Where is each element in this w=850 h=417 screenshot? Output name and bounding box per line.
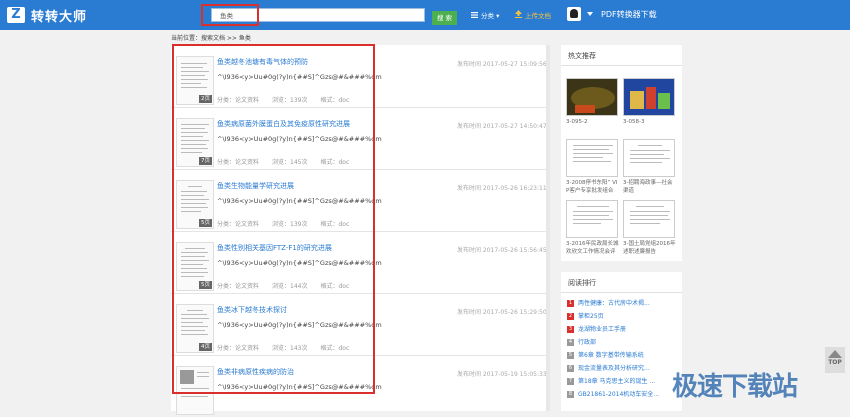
- divider: [561, 65, 682, 66]
- result-publish-time: 发布时间 2017-05-27 15:09:56: [457, 61, 547, 68]
- rank-number: 1: [567, 300, 574, 307]
- user-icon: [570, 9, 578, 18]
- hot-doc-card[interactable]: 3-招聘海政事—社会渠道: [623, 139, 677, 195]
- hot-doc-caption: 3-058-3: [623, 119, 645, 125]
- hot-doc-caption: 3-招聘海政事—社会渠道: [623, 180, 673, 194]
- category-label: 分类: [481, 12, 494, 20]
- hot-doc-caption: 3-095-2: [566, 119, 588, 125]
- breadcrumb: 当前位置：搜索文档 >> 鱼类: [171, 35, 251, 42]
- category-menu[interactable]: 分类 ▾: [471, 10, 499, 20]
- chevron-down-icon: ▾: [494, 12, 500, 20]
- result-publish-time: 发布时间 2017-05-19 15:05:33: [457, 371, 547, 378]
- back-to-top-label: TOP: [828, 359, 842, 366]
- hot-doc-card[interactable]: 3-国土局党组2016年述职述廉报告: [623, 200, 677, 256]
- upload-label: 上传文档: [525, 12, 551, 20]
- hot-doc-thumbnail: [566, 78, 618, 116]
- site-logo[interactable]: Z 转转大师: [7, 6, 88, 25]
- ranking-link[interactable]: 龙湖物业员工手册: [578, 326, 626, 333]
- hot-doc-card[interactable]: 3-2016年民政局长城欢欣文工作情况会评: [566, 200, 620, 256]
- results-scrollbar[interactable]: [546, 45, 550, 411]
- pdf-converter-download-link[interactable]: PDF转换器下载: [601, 9, 657, 20]
- list-icon: [471, 12, 478, 18]
- ranking-link[interactable]: 行政部: [578, 339, 596, 346]
- ranking-item[interactable]: 5 第6章 数字基带传输系统: [567, 350, 659, 363]
- ranking-item[interactable]: 8 GB21861-2014机动车安全...: [567, 389, 659, 402]
- hot-doc-caption: 3-2008停书东阳” VI P客户专享批发组合: [566, 180, 618, 194]
- result-publish-time: 发布时间 2017-05-26 15:56:45: [457, 247, 547, 254]
- ranking-item[interactable]: 1 两性健康：古代房中术揭...: [567, 298, 659, 311]
- site-name: 转转大师: [31, 9, 88, 25]
- hot-doc-card[interactable]: 3-058-3: [623, 78, 677, 126]
- upload-icon: [515, 10, 522, 18]
- ranking-item[interactable]: 3 龙湖物业员工手册: [567, 324, 659, 337]
- hot-doc-caption: 3-国土局党组2016年述职述廉报告: [623, 241, 676, 255]
- results-highlight-box: [172, 44, 375, 394]
- result-publish-time: 发布时间 2017-05-27 14:50:47: [457, 123, 547, 130]
- hot-doc-thumbnail: [623, 200, 675, 238]
- top-navbar: Z 转转大师 鱼类 搜 索 分类 ▾ 上传文档 PDF转换器下载: [0, 0, 850, 30]
- ranking-link[interactable]: GB21861-2014机动车安全...: [578, 391, 659, 398]
- arrow-up-icon: [828, 350, 842, 358]
- back-to-top-button[interactable]: TOP: [825, 347, 845, 373]
- chevron-down-icon[interactable]: [587, 12, 593, 16]
- ranking-link[interactable]: 掌柜25页: [578, 313, 604, 320]
- rank-number: 4: [567, 339, 574, 346]
- hot-doc-caption: 3-2016年民政局长城欢欣文工作情况会评: [566, 241, 619, 255]
- hot-doc-thumbnail: [566, 139, 618, 177]
- result-publish-time: 发布时间 2017-05-26 16:23:11: [457, 185, 547, 192]
- site-watermark-logo: 极速下载站: [672, 372, 798, 402]
- user-avatar[interactable]: [567, 7, 581, 21]
- hot-doc-card[interactable]: 3-095-2: [566, 78, 620, 126]
- logo-icon: Z: [7, 7, 25, 23]
- ranking-item[interactable]: 4 行政部: [567, 337, 659, 350]
- divider: [561, 292, 682, 293]
- rank-number: 6: [567, 365, 574, 372]
- ranking-list: 1 两性健康：古代房中术揭... 2 掌柜25页 3 龙湖物业员工手册 4 行政部 5第…: [567, 298, 659, 402]
- rank-number: 2: [567, 313, 574, 320]
- search-button[interactable]: 搜 索: [432, 11, 457, 25]
- rank-number: 8: [567, 391, 574, 398]
- ranking-link[interactable]: 第18章 马克思主义的诞生 ...: [578, 378, 655, 385]
- hot-doc-thumbnail: [623, 78, 675, 116]
- reading-ranking-panel: 阅读排行 1 两性健康：古代房中术揭... 2 掌柜25页 3 龙湖物业员工手册 4行…: [561, 272, 682, 411]
- ranking-link[interactable]: 两性健康：古代房中术揭...: [578, 300, 650, 307]
- hot-doc-thumbnail: [566, 200, 618, 238]
- ranking-item[interactable]: 2 掌柜25页: [567, 311, 659, 324]
- ranking-item[interactable]: 7 第18章 马克思主义的诞生 ...: [567, 376, 659, 389]
- ranking-item[interactable]: 6 现金流量表及其分析研究...: [567, 363, 659, 376]
- rank-number: 7: [567, 378, 574, 385]
- panel-title: 阅读排行: [568, 279, 596, 287]
- hot-doc-thumbnail: [623, 139, 675, 177]
- panel-title: 热文推荐: [568, 52, 596, 60]
- ranking-link[interactable]: 第6章 数字基带传输系统: [578, 352, 644, 359]
- rank-number: 5: [567, 352, 574, 359]
- hot-recommend-panel: 热文推荐 3-095-2 3-058-3 3-2008停书东阳” VI P客户专…: [561, 45, 682, 261]
- rank-number: 3: [567, 326, 574, 333]
- search-keyword-highlight: [201, 4, 259, 26]
- ranking-link[interactable]: 现金流量表及其分析研究...: [578, 365, 650, 372]
- result-publish-time: 发布时间 2017-05-26 15:29:50: [457, 309, 547, 316]
- upload-link[interactable]: 上传文档: [515, 10, 551, 20]
- hot-doc-card[interactable]: 3-2008停书东阳” VI P客户专享批发组合: [566, 139, 620, 195]
